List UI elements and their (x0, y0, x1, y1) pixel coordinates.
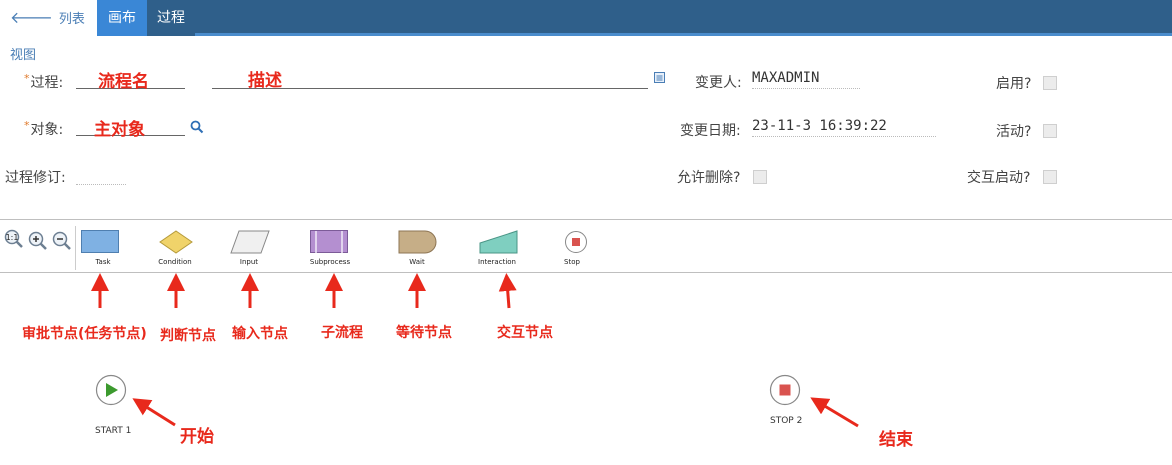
stop-tool-label: Stop (564, 258, 580, 266)
interaction-node-note: 交互节点 (497, 325, 553, 341)
change-date-label: 变更日期: (680, 123, 741, 139)
process-name-annotation: 流程名 (98, 72, 149, 92)
subprocess-tool-label: Subprocess (309, 258, 351, 266)
task-tool-label: Task (95, 258, 111, 266)
main-object-annotation: 主对象 (94, 120, 145, 140)
back-arrow-icon: 🡐 (10, 8, 53, 27)
start-annotation: 开始 (180, 427, 214, 447)
list-view-tab[interactable]: 🡐 列表视图 (0, 0, 97, 63)
start-node[interactable] (95, 374, 127, 406)
wait-tool-label: Wait (409, 258, 425, 266)
interactive-start-label: 交互启动? (967, 170, 1031, 186)
changed-by-value: MAXADMIN (752, 70, 820, 86)
input-node-tool[interactable] (230, 230, 270, 254)
wait-node-note: 等待节点 (396, 325, 452, 341)
search-icon[interactable] (190, 120, 204, 134)
stop-annotation-arrow-icon (810, 397, 859, 428)
changed-by-label: 变更人: (695, 75, 742, 91)
revision-field[interactable] (76, 184, 126, 185)
tab-process[interactable]: 过程 (147, 0, 195, 36)
revision-label: 过程修订: (5, 170, 66, 186)
zoom-reset-text: 1:1 (6, 233, 19, 242)
enabled-label: 启用? (996, 76, 1032, 92)
tab-canvas[interactable]: 画布 (97, 0, 147, 36)
interactive-start-checkbox[interactable] (1043, 170, 1057, 184)
wait-node-tool[interactable] (398, 230, 438, 254)
interaction-tool-label: Interaction (478, 258, 516, 266)
change-date-underline (752, 136, 936, 137)
condition-node-tool[interactable] (158, 230, 194, 254)
active-label: 活动? (996, 124, 1032, 140)
long-description-icon[interactable] (654, 72, 665, 83)
change-date-value: 23-11-3 16:39:22 (752, 118, 887, 134)
start-annotation-arrow-icon (132, 398, 176, 427)
allow-delete-checkbox[interactable] (753, 170, 767, 184)
task-node-tool[interactable] (81, 230, 119, 254)
interaction-node-tool[interactable] (479, 230, 519, 254)
stop-node-label: STOP 2 (770, 416, 803, 426)
stop-node-tool[interactable] (564, 230, 588, 254)
stop-square-icon (779, 384, 791, 396)
enabled-checkbox[interactable] (1043, 76, 1057, 90)
input-tool-label: Input (239, 258, 259, 266)
allow-delete-label: 允许删除? (677, 170, 741, 186)
stop-node[interactable] (769, 374, 801, 406)
subprocess-node-tool[interactable] (310, 230, 348, 254)
changed-by-underline (752, 88, 860, 89)
condition-tool-label: Condition (158, 258, 192, 266)
task-node-note: 审批节点(任务节点) (22, 326, 147, 342)
input-node-note: 输入节点 (232, 326, 288, 342)
zoom-in-icon[interactable] (28, 231, 48, 251)
object-label: *对象: (24, 119, 64, 138)
active-checkbox[interactable] (1043, 124, 1057, 138)
toolbar-top-divider (0, 219, 1172, 220)
start-node-label: START 1 (95, 426, 132, 436)
process-label: *过程: (24, 72, 64, 91)
subprocess-note: 子流程 (321, 325, 363, 341)
zoom-out-icon[interactable] (52, 231, 72, 251)
interaction-arrow-icon (498, 273, 517, 309)
condition-node-note: 判断节点 (160, 328, 216, 344)
zoom-reset-icon[interactable]: 1:1 (4, 229, 24, 249)
description-annotation: 描述 (248, 71, 282, 91)
annotation-arrows (91, 273, 517, 309)
stop-annotation: 结束 (879, 430, 913, 450)
